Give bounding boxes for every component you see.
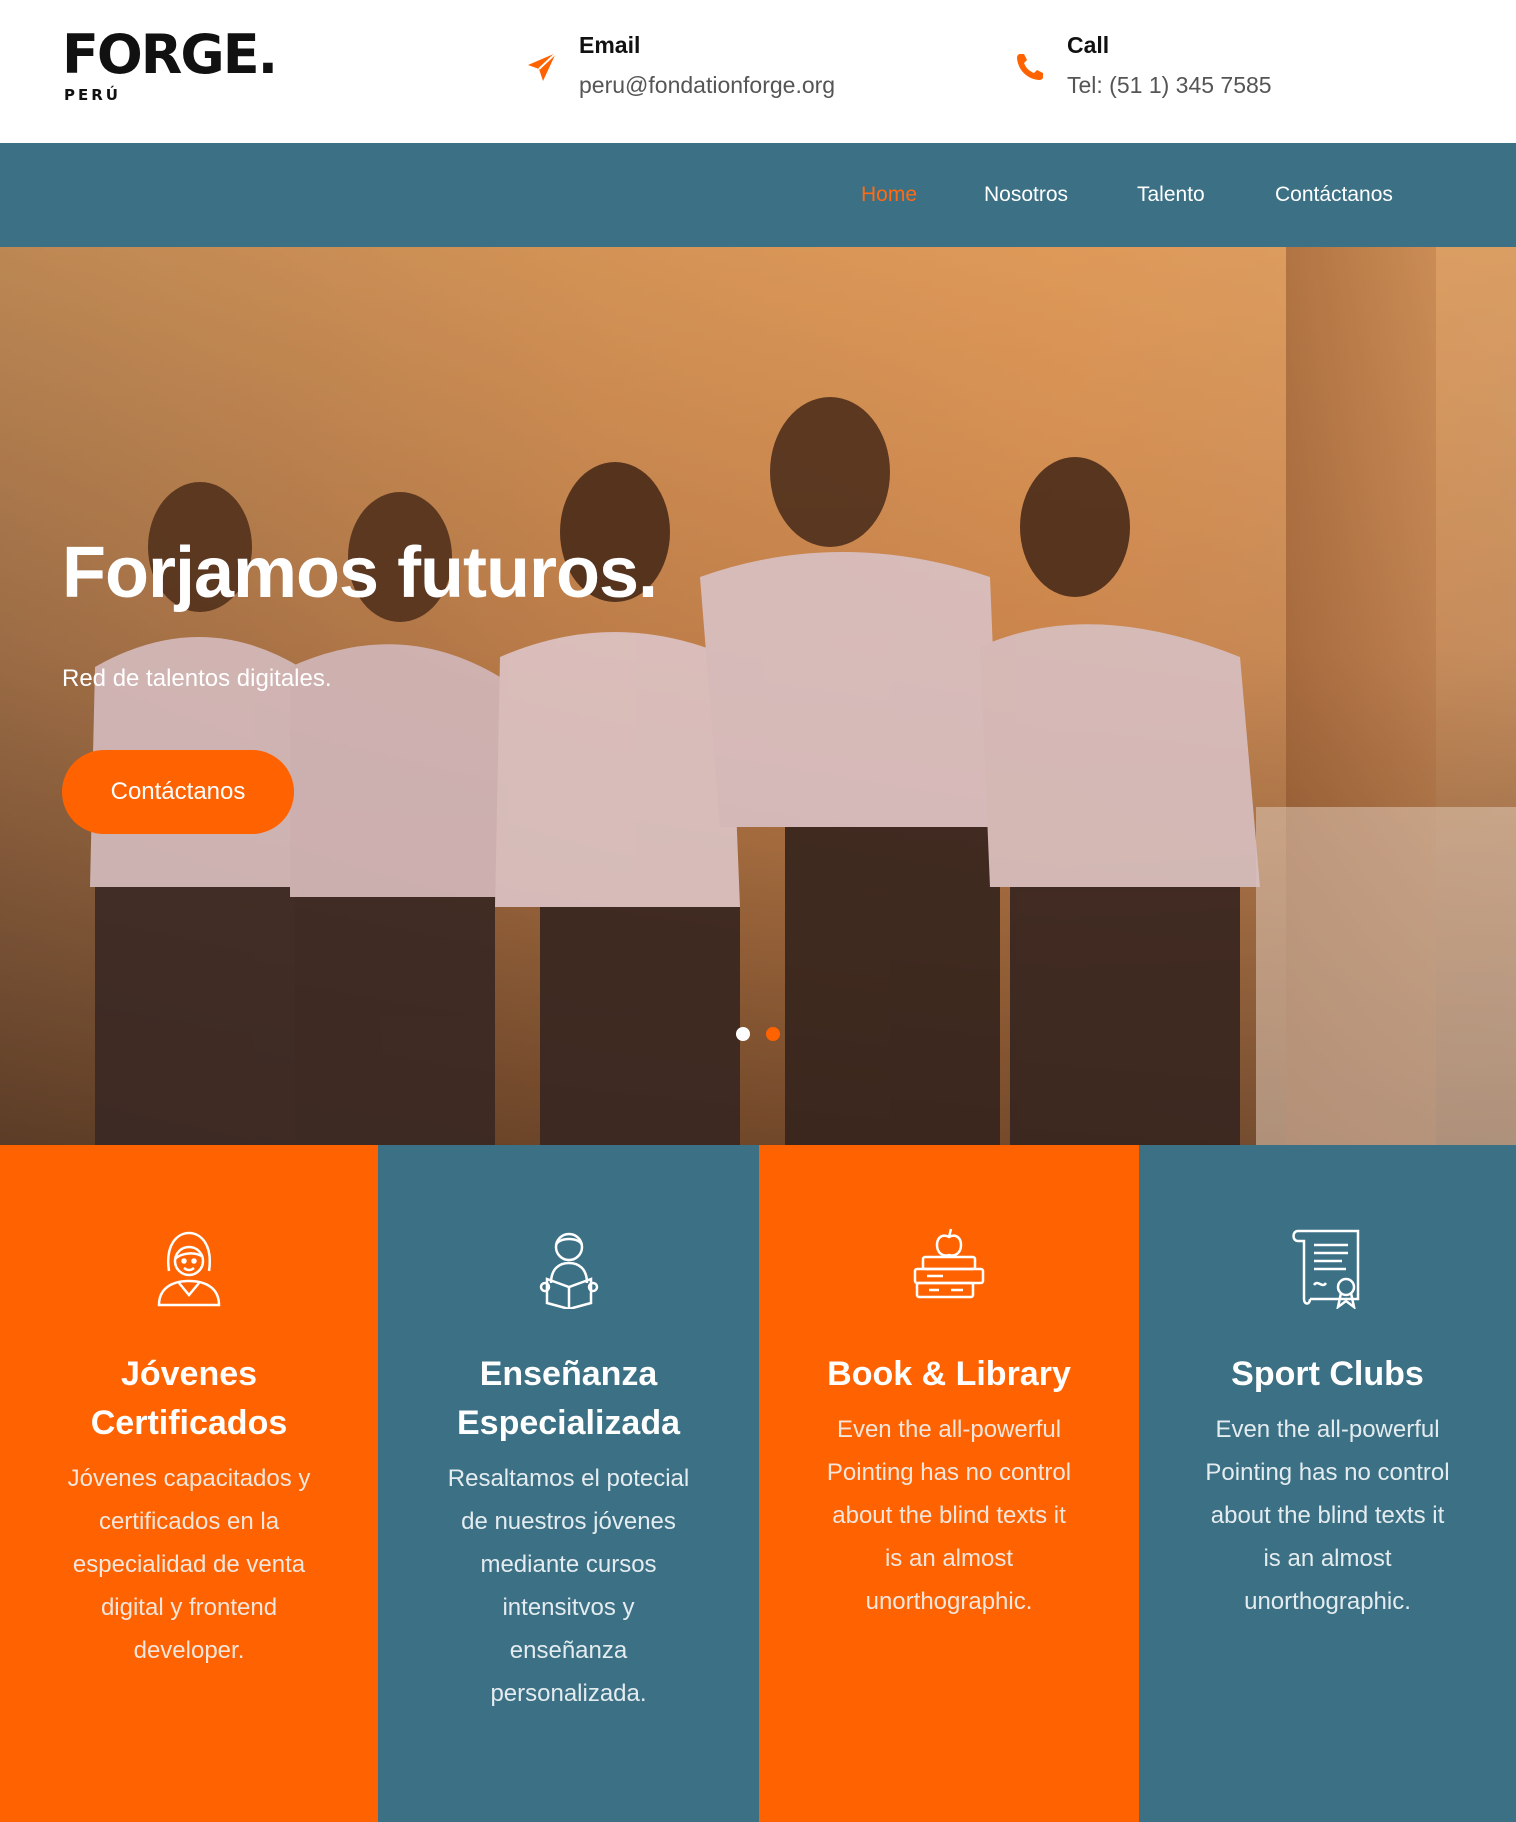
- student-reading-icon: [539, 1232, 598, 1309]
- features-section: Jóvenes Certificados Jóvenes capacitados…: [0, 1145, 1516, 1822]
- description-line: Resaltamos el potecial: [447, 1465, 690, 1492]
- paper-plane-icon: [528, 52, 557, 81]
- feature-description: Even the all-powerful Pointing has no co…: [799, 1408, 1099, 1623]
- slider-dot-2[interactable]: [766, 1027, 780, 1041]
- brand-country: PERÚ: [64, 86, 121, 104]
- feature-title: Jóvenes Certificados: [20, 1350, 358, 1448]
- feature-card-jovenes: Jóvenes Certificados Jóvenes capacitados…: [0, 1145, 378, 1822]
- feature-card-sport-clubs: Sport Clubs Even the all-powerful Pointi…: [1139, 1145, 1516, 1822]
- description-line: unorthographic.: [1244, 1588, 1411, 1615]
- top-header: FORGE. PERÚ Email peru@fondationforge.or…: [0, 0, 1516, 143]
- feature-title-line: Jóvenes: [120, 1355, 258, 1393]
- phone-icon: [1017, 54, 1043, 80]
- description-line: de nuestros jóvenes: [461, 1508, 676, 1535]
- description-line: enseñanza: [509, 1637, 628, 1664]
- feature-title-line: Certificados: [90, 1404, 288, 1442]
- feature-title-line: Especializada: [456, 1404, 680, 1442]
- description-line: especialidad de venta: [72, 1551, 306, 1578]
- feature-card-ensenanza: Enseñanza Especializada Resaltamos el po…: [378, 1145, 759, 1822]
- email-value[interactable]: peru@fondationforge.org: [579, 72, 835, 99]
- hero-subtitle: Red de talentos digitales.: [62, 665, 332, 692]
- description-line: Pointing has no control: [1205, 1459, 1450, 1486]
- description-line: digital y frontend: [100, 1594, 278, 1621]
- description-line: about the blind texts it: [1210, 1502, 1445, 1529]
- nav-item-home[interactable]: Home: [861, 183, 917, 207]
- description-line: is an almost: [884, 1545, 1014, 1572]
- description-line: intensitvos y: [502, 1594, 635, 1621]
- books-apple-icon: [913, 1228, 985, 1299]
- feature-card-book-library: Book & Library Even the all-powerful Poi…: [759, 1145, 1139, 1822]
- feature-title: Sport Clubs: [1159, 1350, 1496, 1399]
- hero-title: Forjamos futuros.: [62, 533, 658, 613]
- feature-title-line: Sport Clubs: [1231, 1355, 1424, 1393]
- description-line: about the blind texts it: [832, 1502, 1066, 1529]
- brand-name: FORGE.: [62, 23, 278, 86]
- feature-title: Enseñanza Especializada: [398, 1350, 739, 1448]
- graduate-girl-icon: [157, 1231, 221, 1307]
- feature-description: Jóvenes capacitados y certificados en la…: [40, 1457, 338, 1672]
- hero-contact-button[interactable]: Contáctanos: [62, 750, 294, 834]
- description-line: unorthographic.: [865, 1588, 1033, 1615]
- brand-logo[interactable]: FORGE. PERÚ: [62, 23, 278, 105]
- hero-slider: Forjamos futuros. Red de talentos digita…: [0, 247, 1516, 1145]
- description-line: mediante cursos: [480, 1551, 657, 1578]
- feature-title-line: Book & Library: [827, 1355, 1071, 1393]
- call-label: Call: [1067, 32, 1110, 58]
- description-line: developer.: [133, 1637, 245, 1664]
- description-line: Even the all-powerful: [836, 1416, 1062, 1443]
- description-line: personalizada.: [490, 1680, 647, 1707]
- description-line: Even the all-powerful: [1215, 1416, 1440, 1443]
- description-line: Pointing has no control: [826, 1459, 1072, 1486]
- feature-title: Book & Library: [779, 1350, 1119, 1399]
- feature-title-line: Enseñanza: [479, 1355, 658, 1393]
- slider-dot-1[interactable]: [736, 1027, 750, 1041]
- description-line: is an almost: [1263, 1545, 1392, 1572]
- call-value[interactable]: Tel: (51 1) 345 7585: [1067, 72, 1272, 99]
- email-label: Email: [579, 32, 641, 58]
- hero-photo: [0, 247, 1516, 1145]
- feature-description: Even the all-powerful Pointing has no co…: [1179, 1408, 1476, 1623]
- nav-item-contactanos[interactable]: Contáctanos: [1275, 183, 1393, 207]
- description-line: certificados en la: [98, 1508, 280, 1535]
- feature-description: Resaltamos el potecial de nuestros jóven…: [418, 1457, 719, 1715]
- certificate-icon: [1291, 1229, 1359, 1309]
- nav-item-talento[interactable]: Talento: [1137, 183, 1205, 207]
- main-nav: Home Nosotros Talento Contáctanos: [0, 143, 1516, 247]
- description-line: Jóvenes capacitados y: [67, 1465, 311, 1492]
- nav-item-nosotros[interactable]: Nosotros: [984, 183, 1068, 207]
